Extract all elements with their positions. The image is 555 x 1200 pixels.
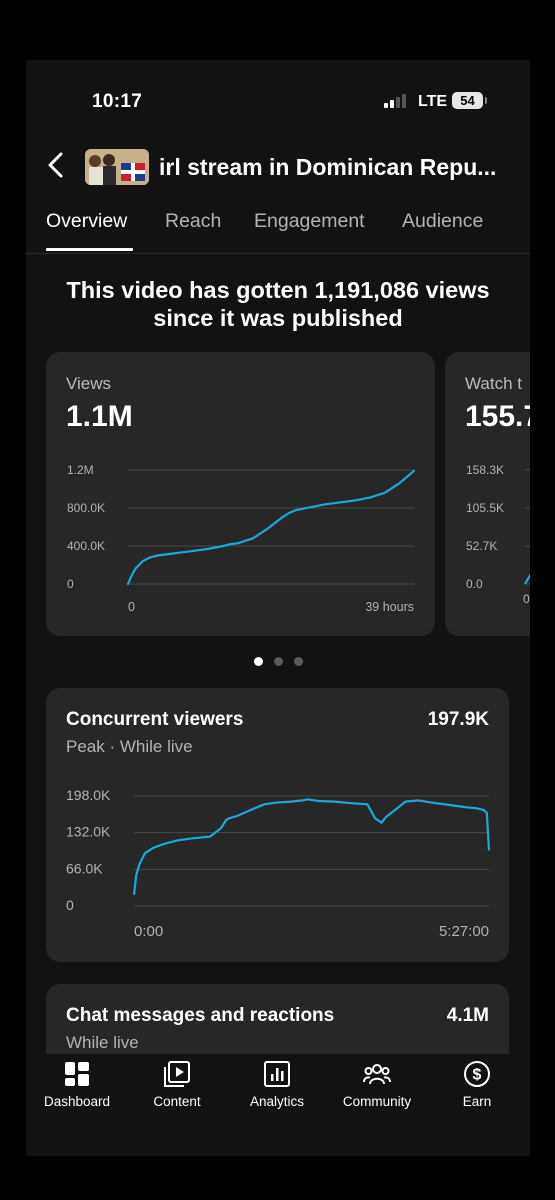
phone-screen: 10:17 LTE 54 irl stream in Dominican Rep… xyxy=(26,60,530,1156)
nav-dashboard[interactable]: Dashboard xyxy=(27,1054,127,1114)
nav-earn[interactable]: $ Earn xyxy=(427,1054,527,1114)
nav-content[interactable]: Content xyxy=(127,1054,227,1114)
x-tick-label: 39 hours xyxy=(365,600,414,614)
tab-engagement[interactable]: Engagement xyxy=(254,210,365,233)
y-tick-label: 0 xyxy=(66,897,74,913)
carousel-dot-2[interactable] xyxy=(274,657,283,666)
y-tick-label: 0 xyxy=(67,577,74,591)
earn-icon: $ xyxy=(464,1061,490,1087)
chat-messages-subtitle: While live xyxy=(66,1033,139,1052)
y-tick-label: 198.0K xyxy=(66,787,111,803)
tab-reach[interactable]: Reach xyxy=(165,210,221,233)
bottom-navigation: Dashboard Content Analytics Community $ … xyxy=(26,1054,530,1156)
video-thumbnail xyxy=(85,149,149,185)
watch-time-card[interactable]: Watch t 155.7 158.3K105.5K52.7K0.0 0 xyxy=(445,352,530,636)
chat-messages-title: Chat messages and reactions xyxy=(66,1005,335,1026)
watch-time-series-line xyxy=(524,573,530,585)
carousel-dot-1[interactable] xyxy=(254,657,263,666)
signal-icon xyxy=(384,94,410,108)
x-tick-label: 5:27:00 xyxy=(439,923,489,940)
concurrent-viewers-series-line xyxy=(132,798,491,896)
views-headline: This video has gotten 1,191,086 views si… xyxy=(66,277,490,331)
carousel-indicator[interactable] xyxy=(254,657,304,667)
video-title: irl stream in Dominican Repu... xyxy=(159,154,497,180)
y-tick-label: 400.0K xyxy=(67,539,105,553)
views-card[interactable]: Views 1.1M 1.2M 800.0K 400.0K 0 0 39 hours xyxy=(46,352,435,636)
y-tick-label: 66.0K xyxy=(66,860,103,876)
tab-bar: Overview Reach Engagement Audience xyxy=(26,210,530,254)
nav-community-label: Community xyxy=(342,1094,412,1109)
dashboard-icon xyxy=(65,1062,89,1086)
y-tick-label: 800.0K xyxy=(67,501,105,515)
views-series-line xyxy=(126,469,416,586)
nav-community[interactable]: Community xyxy=(327,1054,427,1114)
x-tick-label: 0:00 xyxy=(134,923,163,940)
concurrent-viewers-chart: 198.0K 132.0K 66.0K 0 0:00 5:27:00 xyxy=(66,787,491,940)
concurrent-viewers-card[interactable]: Concurrent viewers Peak · While live 197… xyxy=(46,688,509,962)
tab-overview[interactable]: Overview xyxy=(46,210,127,233)
back-arrow-icon[interactable] xyxy=(42,150,72,180)
y-tick-label: 52.7K xyxy=(466,539,497,553)
nav-dashboard-label: Dashboard xyxy=(43,1094,111,1109)
community-icon xyxy=(363,1064,391,1085)
nav-content-label: Content xyxy=(153,1094,201,1109)
watch-time-x-tick: 0 xyxy=(523,592,530,606)
views-chart: 1.2M 800.0K 400.0K 0 0 39 hours xyxy=(67,463,416,614)
tab-audience[interactable]: Audience xyxy=(402,210,483,233)
watch-time-chart: 158.3K 105.5K 52.7K 0.0 0 xyxy=(466,463,530,606)
y-tick-label: 105.5K xyxy=(466,501,504,515)
battery-icon: 54 xyxy=(452,92,487,109)
analytics-icon xyxy=(264,1061,290,1087)
y-tick-label: 158.3K xyxy=(466,463,504,477)
svg-text:$: $ xyxy=(473,1067,482,1084)
network-type: LTE xyxy=(418,93,448,110)
y-tick-label: 132.0K xyxy=(66,824,111,840)
y-tick-label: 0.0 xyxy=(466,577,483,591)
active-tab-indicator xyxy=(46,248,133,251)
nav-analytics[interactable]: Analytics xyxy=(227,1054,327,1114)
status-time: 10:17 xyxy=(92,91,143,112)
carousel-dot-3[interactable] xyxy=(294,657,303,666)
x-tick-label: 0 xyxy=(128,600,135,614)
y-tick-label: 1.2M xyxy=(67,463,94,477)
chat-messages-value: 4.1M xyxy=(446,1005,489,1026)
nav-analytics-label: Analytics xyxy=(249,1094,305,1109)
content-icon xyxy=(164,1061,190,1087)
nav-earn-label: Earn xyxy=(462,1094,492,1109)
